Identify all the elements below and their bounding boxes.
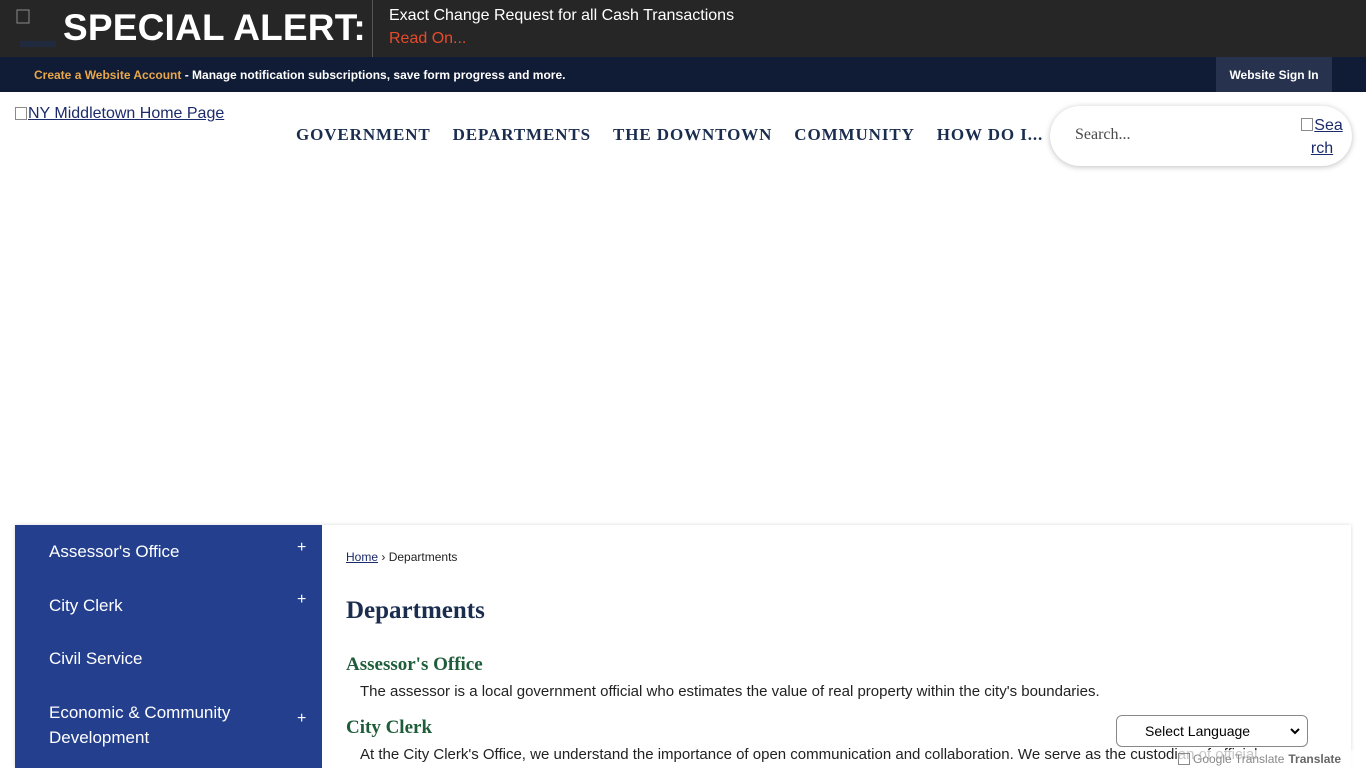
department-link-city-clerk[interactable]: City Clerk (346, 717, 432, 739)
special-alert-bar: SPECIAL ALERT: Exact Change Request for … (0, 0, 1366, 57)
sidebar-item-label: Civil Service (49, 649, 143, 668)
banner-area (0, 181, 1366, 525)
nav-departments[interactable]: DEPARTMENTS (442, 125, 602, 145)
nav-government[interactable]: GOVERNMENT (285, 125, 442, 145)
website-sign-in-button[interactable]: Website Sign In (1216, 57, 1332, 92)
page-title: Departments (346, 597, 485, 624)
sidebar-item-city-clerk[interactable]: City Clerk + (15, 591, 322, 639)
account-bar: Create a Website Account - Manage notifi… (0, 57, 1366, 92)
search-button[interactable]: Sea rch (1299, 114, 1345, 160)
logo-alt-text: NY Middletown Home Page (28, 105, 225, 122)
sidebar-item-civil-service[interactable]: Civil Service (15, 646, 322, 692)
alert-image-icon (15, 8, 57, 50)
breadcrumb-separator: › (381, 550, 386, 564)
sidebar-item-label-line-2: Development (49, 728, 150, 747)
search-input[interactable] (1075, 126, 1275, 144)
alert-message: Exact Change Request for all Cash Transa… (389, 7, 735, 24)
breadcrumb: Home › Departments (346, 550, 457, 564)
translate-label: Translate (1288, 752, 1342, 766)
search-alt-text-1: Sea (1314, 117, 1343, 134)
expand-icon[interactable]: + (297, 539, 306, 557)
sidebar-nav: Assessor's Office + City Clerk + Civil S… (15, 525, 322, 768)
breadcrumb-current: Departments (388, 550, 458, 564)
expand-icon[interactable]: + (297, 710, 306, 728)
language-select-value: Select Language (1145, 723, 1251, 739)
google-translate-credit[interactable]: Google Translate Translate (1178, 750, 1362, 768)
sidebar-item-economic-community-development[interactable]: Economic & Community Development + (15, 700, 322, 760)
sidebar-item-label: Economic & Community (49, 703, 231, 722)
sidebar-item-label: Assessor's Office (49, 542, 180, 561)
main-nav: GOVERNMENT DEPARTMENTS THE DOWNTOWN COMM… (285, 125, 1054, 145)
alert-divider (372, 0, 373, 57)
sidebar-item-assessors-office[interactable]: Assessor's Office + (15, 539, 322, 585)
search-alt-text-2: rch (1310, 140, 1334, 157)
google-translate-icon (1178, 753, 1190, 765)
chevron-down-icon (1290, 728, 1300, 735)
google-translate-alt: Google Translate (1193, 752, 1285, 766)
site-header: NY Middletown Home Page GOVERNMENT DEPAR… (0, 92, 1366, 181)
account-description: - Manage notification subscriptions, sav… (181, 68, 566, 82)
department-description: The assessor is a local government offic… (360, 683, 1100, 700)
search-box: Sea rch (1050, 106, 1352, 166)
breadcrumb-home-link[interactable]: Home (346, 550, 378, 564)
department-link-assessors-office[interactable]: Assessor's Office (346, 654, 483, 676)
search-image-icon (1301, 118, 1314, 131)
nav-the-downtown[interactable]: THE DOWNTOWN (602, 125, 783, 145)
nav-how-do-i[interactable]: HOW DO I... (926, 125, 1054, 145)
logo-image-icon (15, 107, 27, 120)
department-description: At the City Clerk's Office, we understan… (360, 746, 1258, 763)
alert-title: SPECIAL ALERT: (63, 7, 366, 48)
home-logo-link[interactable]: NY Middletown Home Page (15, 105, 224, 123)
expand-icon[interactable]: + (297, 591, 306, 609)
language-select[interactable]: Select Language (1116, 715, 1308, 747)
alert-read-on-link[interactable]: Read On... (389, 30, 466, 48)
create-account-link[interactable]: Create a Website Account (34, 68, 181, 82)
nav-community[interactable]: COMMUNITY (783, 125, 925, 145)
sidebar-item-label: City Clerk (49, 596, 123, 615)
account-text: Create a Website Account - Manage notifi… (34, 68, 565, 82)
